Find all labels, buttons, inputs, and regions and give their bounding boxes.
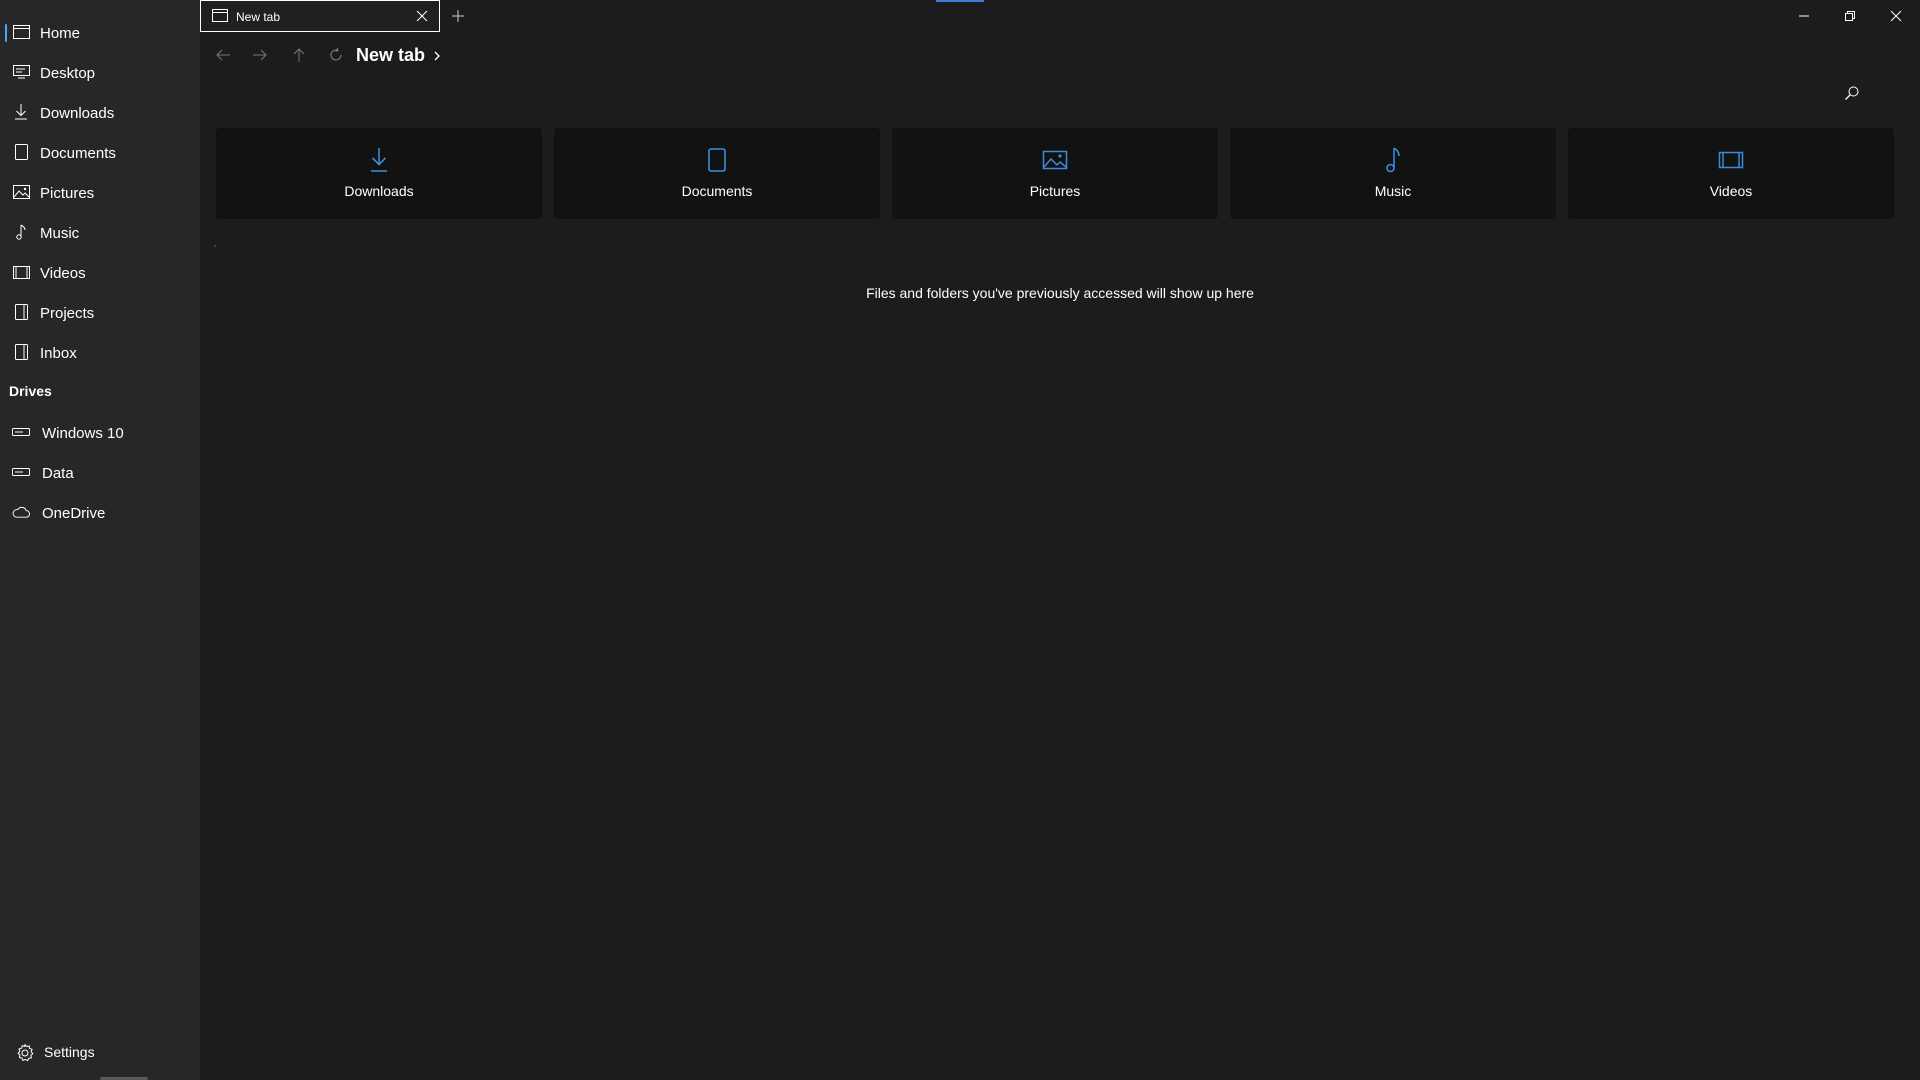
tab-bar: New tab [200,0,1920,32]
sidebar-item-label: Downloads [40,104,115,122]
forward-arrow-icon[interactable] [249,44,271,66]
sidebar-item-documents[interactable]: Documents [0,133,200,173]
card-videos[interactable]: Videos [1568,128,1894,219]
folder-icon [12,343,30,361]
tab-new-tab[interactable]: New tab [200,0,440,32]
drives-section-header: Drives [9,383,52,399]
sidebar-item-data[interactable]: Data [0,453,200,493]
download-icon [365,146,393,174]
sidebar-item-label: Data [42,464,74,482]
close-window-icon[interactable] [1873,0,1919,32]
back-arrow-icon[interactable] [212,44,234,66]
recent-files-empty-message: Files and folders you've previously acce… [866,285,1254,301]
breadcrumb[interactable]: New tab [356,44,441,67]
search-icon[interactable] [1841,82,1863,104]
drive-icon [12,463,30,481]
sidebar-item-music[interactable]: Music [0,213,200,253]
recent-items-marker [214,245,216,247]
sidebar-item-home[interactable]: Home [0,13,200,53]
refresh-icon[interactable] [325,44,347,66]
home-icon [12,23,30,41]
up-arrow-icon[interactable] [288,44,310,66]
sidebar-item-label: Projects [40,304,95,322]
folder-icon [12,303,30,321]
restore-icon[interactable] [1827,0,1873,32]
tab-title: New tab [236,10,281,24]
breadcrumb-current[interactable]: New tab [356,45,425,66]
sidebar-item-label: Documents [40,144,116,162]
settings-button[interactable]: Settings [0,1032,200,1072]
card-downloads[interactable]: Downloads [216,128,542,219]
desktop-icon [12,63,30,81]
sidebar-item-inbox[interactable]: Inbox [0,333,200,373]
close-tab-icon[interactable] [415,9,429,23]
sidebar-item-pictures[interactable]: Pictures [0,173,200,213]
sidebar-item-downloads[interactable]: Downloads [0,93,200,133]
sidebar-item-label: Music [40,224,80,242]
sidebar-item-label: OneDrive [42,504,106,522]
video-icon [12,263,30,281]
navigation-toolbar: New tab [200,32,1920,80]
sidebar-item-desktop[interactable]: Desktop [0,53,200,93]
download-icon [12,103,30,121]
card-label: Videos [1709,183,1753,199]
music-note-icon [12,223,30,241]
sidebar-item-projects[interactable]: Projects [0,293,200,333]
sidebar-item-label: Pictures [40,184,95,202]
card-label: Music [1374,183,1412,199]
titlebar-drag-indicator [936,0,984,2]
card-label: Documents [681,183,753,199]
drive-icon [12,423,30,441]
card-pictures[interactable]: Pictures [892,128,1218,219]
gear-icon [15,1043,35,1063]
sidebar-item-windows-10[interactable]: Windows 10 [0,413,200,453]
chevron-right-icon[interactable] [433,46,441,67]
sidebar-item-label: Home [40,24,81,42]
sidebar-item-label: Inbox [40,344,77,362]
picture-icon [1041,146,1069,174]
tab-page-icon [212,9,228,23]
sidebar-item-onedrive[interactable]: OneDrive [0,493,200,533]
sidebar: Home Desktop Downloads Documents Picture… [0,0,200,1080]
sidebar-item-videos[interactable]: Videos [0,253,200,293]
minimize-icon[interactable] [1781,0,1827,32]
picture-icon [12,183,30,201]
card-documents[interactable]: Documents [554,128,880,219]
music-note-icon [1379,146,1407,174]
settings-label: Settings [44,1044,95,1060]
add-tab-icon[interactable] [449,7,467,25]
video-icon [1717,146,1745,174]
card-label: Downloads [344,183,414,199]
card-music[interactable]: Music [1230,128,1556,219]
sidebar-item-label: Windows 10 [42,424,124,442]
cloud-icon [12,503,30,521]
document-icon [12,143,30,161]
sidebar-item-label: Videos [40,264,86,282]
sidebar-item-label: Desktop [40,64,96,82]
card-label: Pictures [1029,183,1081,199]
document-icon [703,146,731,174]
